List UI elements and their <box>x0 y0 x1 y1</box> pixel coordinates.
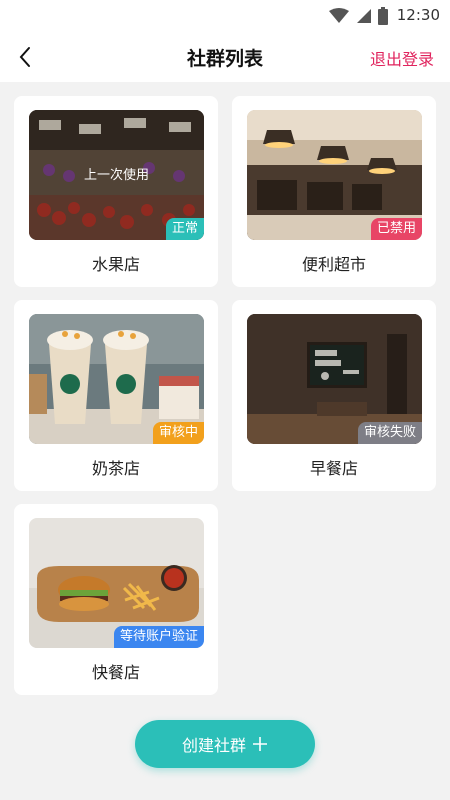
community-image: 审核失败 <box>247 314 422 444</box>
community-image: 等待账户验证 <box>29 518 204 648</box>
status-badge: 等待账户验证 <box>113 626 204 648</box>
last-used-label: 上一次使用 <box>83 168 149 183</box>
community-image: 已禁用 <box>247 110 422 240</box>
create-community-button[interactable]: 创建社群 <box>135 720 315 768</box>
status-badge: 已禁用 <box>370 218 422 240</box>
nav-bar: 社群列表 退出登录 <box>0 32 450 82</box>
status-time: 12:30 <box>396 6 440 24</box>
plus-icon <box>253 737 267 751</box>
create-button-label: 创建社群 <box>181 736 246 755</box>
community-name: 快餐店 <box>91 663 140 682</box>
community-card[interactable]: 等待账户验证 快餐店 <box>14 504 218 695</box>
community-name: 水果店 <box>91 255 140 274</box>
community-card[interactable]: 上一次使用 正常 水果店 <box>14 96 218 287</box>
signal-icon <box>357 9 371 23</box>
status-bar: 12:30 <box>0 0 450 32</box>
battery-icon <box>378 7 388 25</box>
wifi-icon <box>329 8 349 23</box>
community-image: 审核中 <box>29 314 204 444</box>
community-name: 奶茶店 <box>91 459 140 478</box>
status-badge: 审核中 <box>152 422 204 444</box>
status-icons <box>328 7 388 25</box>
logout-button[interactable]: 退出登录 <box>370 46 434 70</box>
community-card[interactable]: 已禁用 便利超市 <box>232 96 436 287</box>
community-name: 早餐店 <box>309 459 358 478</box>
status-badge: 正常 <box>165 218 204 240</box>
community-image: 上一次使用 正常 <box>29 110 204 240</box>
community-card[interactable]: 审核失败 早餐店 <box>232 300 436 491</box>
status-badge: 审核失败 <box>357 422 422 444</box>
community-name: 便利超市 <box>301 255 366 274</box>
community-card[interactable]: 审核中 奶茶店 <box>14 300 218 491</box>
